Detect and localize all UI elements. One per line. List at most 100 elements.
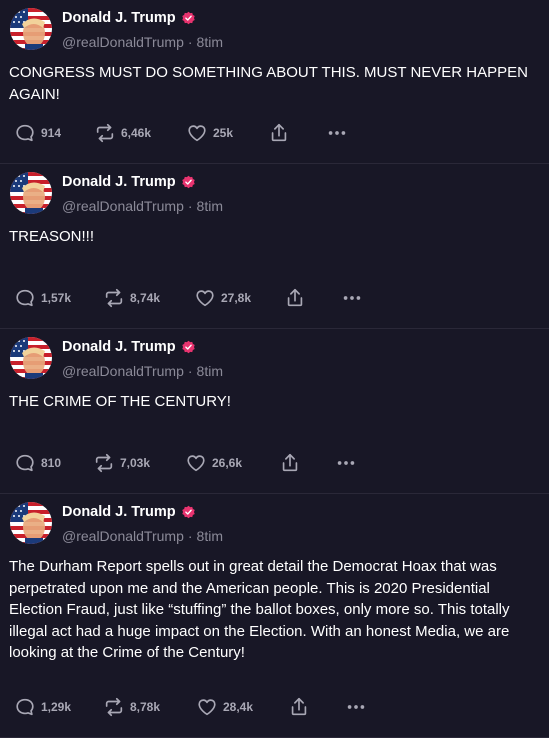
avatar-image xyxy=(10,8,52,50)
author-row: Donald J. Trump xyxy=(62,504,196,520)
like-count: 28,4k xyxy=(223,700,254,714)
author-row: Donald J. Trump xyxy=(62,10,196,26)
reply-count: 1,57k xyxy=(41,291,72,305)
reply-bubble-icon xyxy=(16,698,34,716)
author-name[interactable]: Donald J. Trump xyxy=(62,504,176,520)
post-time[interactable]: 8tim xyxy=(197,198,223,214)
reply-bubble-icon xyxy=(16,124,34,142)
like-button[interactable]: 25k xyxy=(186,120,233,146)
post[interactable]: Donald J. Trump @realDonaldTrump · 8tim TH… xyxy=(0,329,549,494)
repost-button[interactable]: 6,46k xyxy=(94,120,151,146)
post-text: The Durham Report spells out in great de… xyxy=(9,558,510,661)
repost-button[interactable]: 8,78k xyxy=(103,694,160,720)
reply-button[interactable]: 810 xyxy=(14,450,61,476)
post[interactable]: Donald J. Trump @realDonaldTrump · 8tim Th… xyxy=(0,494,549,738)
post[interactable]: Donald J. Trump @realDonaldTrump · 8tim TR… xyxy=(0,164,549,329)
avatar-image xyxy=(10,337,52,379)
share-button[interactable] xyxy=(284,285,306,311)
repost-button[interactable]: 7,03k xyxy=(93,450,150,476)
post-text: THE CRIME OF THE CENTURY! xyxy=(9,393,231,410)
author-handle[interactable]: @realDonaldTrump xyxy=(62,363,184,379)
post-header: Donald J. Trump @realDonaldTrump · 8tim xyxy=(0,329,549,391)
like-button[interactable]: 28,4k xyxy=(196,694,253,720)
verified-badge-icon xyxy=(181,340,195,353)
post-time[interactable]: 8tim xyxy=(197,363,223,379)
post-actions: 810 7,03k 26,6k xyxy=(0,450,549,480)
post-header: Donald J. Trump @realDonaldTrump · 8tim xyxy=(0,494,549,556)
avatar[interactable] xyxy=(10,8,52,50)
reply-button[interactable]: 1,57k xyxy=(14,285,71,311)
avatar-image xyxy=(10,172,52,214)
verified-badge-icon xyxy=(181,11,195,24)
handle-row: @realDonaldTrump · 8tim xyxy=(62,34,223,50)
share-upload-icon xyxy=(271,123,287,142)
post-actions: 1,29k 8,78k 28,4k xyxy=(0,694,549,724)
more-options-button[interactable] xyxy=(345,694,367,720)
more-options-button[interactable] xyxy=(326,120,348,146)
reply-button[interactable]: 914 xyxy=(14,120,61,146)
verified-badge-icon xyxy=(181,175,195,188)
separator-dot: · xyxy=(187,198,193,214)
repost-arrows-icon xyxy=(105,288,123,308)
author-name[interactable]: Donald J. Trump xyxy=(62,339,176,355)
repost-arrows-icon xyxy=(96,123,114,143)
handle-row: @realDonaldTrump · 8tim xyxy=(62,528,223,544)
heart-icon xyxy=(198,699,216,716)
post-text: TREASON!!! xyxy=(9,228,95,245)
like-count: 27,8k xyxy=(221,291,252,305)
more-options-button[interactable] xyxy=(335,450,357,476)
separator-dot: · xyxy=(187,34,193,50)
repost-arrows-icon xyxy=(95,453,113,473)
share-button[interactable] xyxy=(268,120,290,146)
author-handle[interactable]: @realDonaldTrump xyxy=(62,528,184,544)
avatar[interactable] xyxy=(10,172,52,214)
reply-count: 810 xyxy=(41,456,62,470)
post-time[interactable]: 8tim xyxy=(197,528,223,544)
repost-button[interactable]: 8,74k xyxy=(103,285,160,311)
more-dots-icon xyxy=(337,461,355,465)
handle-row: @realDonaldTrump · 8tim xyxy=(62,198,223,214)
reply-bubble-icon xyxy=(16,454,34,472)
post-header: Donald J. Trump @realDonaldTrump · 8tim xyxy=(0,0,549,62)
reply-button[interactable]: 1,29k xyxy=(14,694,71,720)
post-actions: 914 6,46k 25k xyxy=(0,120,549,150)
repost-arrows-icon xyxy=(105,697,123,717)
separator-dot: · xyxy=(187,363,193,379)
like-button[interactable]: 26,6k xyxy=(185,450,242,476)
post[interactable]: Donald J. Trump @realDonaldTrump · 8tim CO… xyxy=(0,0,549,164)
more-dots-icon xyxy=(343,296,361,300)
post-header: Donald J. Trump @realDonaldTrump · 8tim xyxy=(0,164,549,226)
repost-count: 8,78k xyxy=(130,700,161,714)
heart-icon xyxy=(188,125,206,142)
verified-badge-icon xyxy=(181,505,195,518)
author-row: Donald J. Trump xyxy=(62,339,196,355)
author-handle[interactable]: @realDonaldTrump xyxy=(62,34,184,50)
like-button[interactable]: 27,8k xyxy=(194,285,251,311)
reply-count: 1,29k xyxy=(41,700,72,714)
post-text: CONGRESS MUST DO SOMETHING ABOUT THIS. M… xyxy=(9,64,528,103)
separator-dot: · xyxy=(187,528,193,544)
share-button[interactable] xyxy=(279,450,301,476)
repost-count: 6,46k xyxy=(121,126,152,140)
reply-bubble-icon xyxy=(16,289,34,307)
heart-icon xyxy=(196,290,214,307)
author-name[interactable]: Donald J. Trump xyxy=(62,174,176,190)
share-upload-icon xyxy=(291,697,307,716)
author-name[interactable]: Donald J. Trump xyxy=(62,10,176,26)
post-time[interactable]: 8tim xyxy=(197,34,223,50)
avatar[interactable] xyxy=(10,502,52,544)
share-upload-icon xyxy=(287,288,303,307)
heart-icon xyxy=(187,455,205,472)
avatar[interactable] xyxy=(10,337,52,379)
author-handle[interactable]: @realDonaldTrump xyxy=(62,198,184,214)
handle-row: @realDonaldTrump · 8tim xyxy=(62,363,223,379)
author-row: Donald J. Trump xyxy=(62,174,196,190)
more-options-button[interactable] xyxy=(341,285,363,311)
reply-count: 914 xyxy=(41,126,62,140)
repost-count: 7,03k xyxy=(120,456,151,470)
like-count: 25k xyxy=(213,126,234,140)
post-actions: 1,57k 8,74k 27,8k xyxy=(0,285,549,315)
more-dots-icon xyxy=(328,131,346,135)
avatar-image xyxy=(10,502,52,544)
share-button[interactable] xyxy=(288,694,310,720)
